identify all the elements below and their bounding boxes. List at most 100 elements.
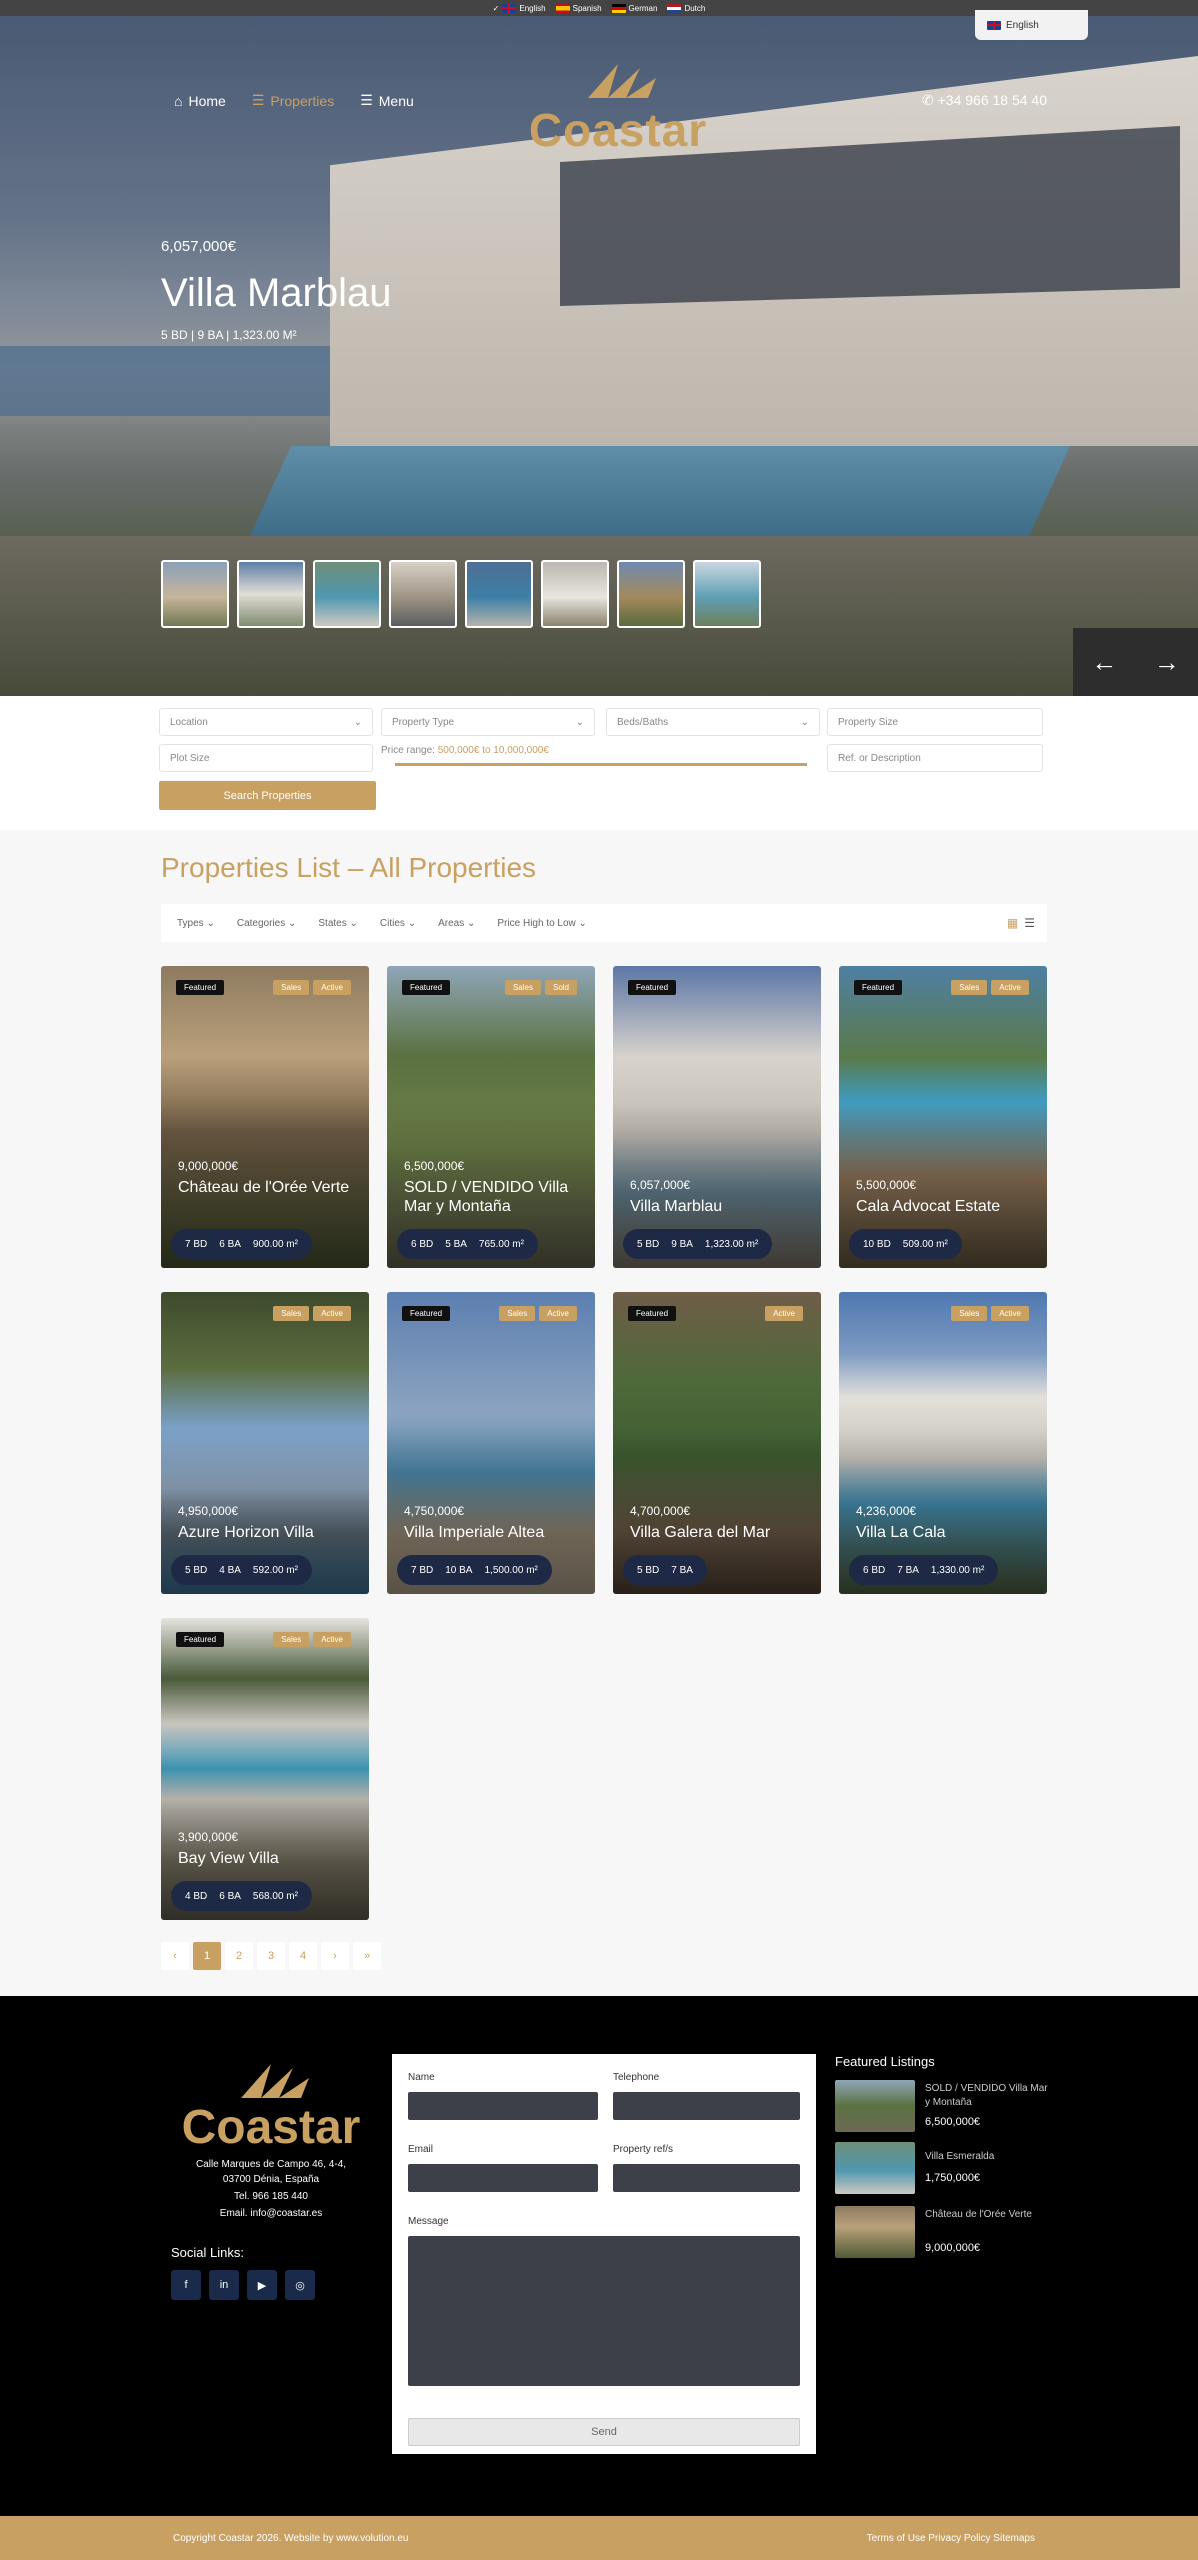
hero-thumbnail[interactable] <box>465 560 533 628</box>
filter-states[interactable]: States <box>318 918 358 929</box>
property-price: 6,057,000€ <box>630 1178 691 1192</box>
hero-thumbnail[interactable] <box>237 560 305 628</box>
chevron-down-icon: ⌄ <box>353 716 362 728</box>
featured-listing[interactable]: Château de l'Orée Verte 9,000,000€ <box>835 2206 1055 2262</box>
property-price: 4,236,000€ <box>856 1504 917 1518</box>
location-select[interactable]: Location ⌄ <box>159 708 373 736</box>
property-card[interactable]: Featured 6,057,000€ Villa Marblau 5 BD 9 … <box>613 966 821 1268</box>
grid-view-icon[interactable]: ▦ <box>1007 916 1018 930</box>
language-dropdown[interactable]: English <box>975 10 1088 40</box>
hero-price: 6,057,000€ <box>161 238 237 255</box>
nav-home[interactable]: ⌂ Home <box>174 92 226 109</box>
status-badge: Sales <box>499 1306 536 1321</box>
property-price: 9,000,000€ <box>178 1159 239 1173</box>
featured-listings-title: Featured Listings <box>835 2054 935 2069</box>
hero-thumbnail[interactable] <box>541 560 609 628</box>
price-range-slider[interactable] <box>395 763 807 766</box>
last-page-button[interactable]: » <box>353 1942 381 1970</box>
page-button[interactable]: 1 <box>193 1942 221 1970</box>
lang-spanish[interactable]: Spanish <box>555 3 602 13</box>
send-button[interactable]: Send <box>408 2418 800 2446</box>
instagram-icon[interactable]: ◎ <box>285 2270 315 2300</box>
ref-description-input[interactable]: Ref. or Description <box>827 744 1043 772</box>
search-properties-button[interactable]: Search Properties <box>159 781 376 810</box>
featured-listing[interactable]: Villa Esmeralda 1,750,000€ <box>835 2142 1055 2198</box>
next-page-button[interactable]: › <box>321 1942 349 1970</box>
sort-select[interactable]: Price High to Low <box>497 918 587 929</box>
page-button[interactable]: 2 <box>225 1942 253 1970</box>
property-name: Azure Horizon Villa <box>178 1524 314 1541</box>
beds-baths-select[interactable]: Beds/Baths ⌄ <box>606 708 820 736</box>
social-links: f in ▶ ◎ <box>171 2270 315 2300</box>
property-card[interactable]: Sales Active 4,950,000€ Azure Horizon Vil… <box>161 1292 369 1594</box>
property-card[interactable]: Featured Sales Active 4,750,000€ Villa Im… <box>387 1292 595 1594</box>
nav-properties[interactable]: ☰ Properties <box>252 92 334 109</box>
property-specs: 6 BD 5 BA 765.00 m² <box>397 1229 538 1259</box>
copyright-text[interactable]: Copyright Coastar 2026. Website by www.v… <box>173 2533 409 2544</box>
featured-badge: Featured <box>854 980 903 995</box>
prev-page-button[interactable]: ‹ <box>161 1942 189 1970</box>
logo-wordmark: Coastar <box>181 2101 361 2154</box>
filter-areas[interactable]: Areas <box>438 918 475 929</box>
nav-menu[interactable]: ☰ Menu <box>360 92 414 109</box>
plot-size-input[interactable]: Plot Size <box>159 744 373 772</box>
lang-english[interactable]: ✓ English <box>493 3 546 13</box>
property-card[interactable]: Featured Sales Sold 6,500,000€ SOLD / VEN… <box>387 966 595 1268</box>
list-view-icon[interactable]: ☰ <box>1024 916 1035 930</box>
page-button[interactable]: 4 <box>289 1942 317 1970</box>
property-card[interactable]: Featured Active 4,700,000€ Villa Galera … <box>613 1292 821 1594</box>
status-badge: Sales <box>273 980 310 995</box>
social-links-title: Social Links: <box>171 2245 244 2260</box>
property-type-select[interactable]: Property Type ⌄ <box>381 708 595 736</box>
footer-links[interactable]: Terms of Use Privacy Policy Sitemaps <box>867 2533 1035 2544</box>
properties-list-title: Properties List – All Properties <box>161 852 537 883</box>
hero-thumbnail[interactable] <box>161 560 229 628</box>
filter-categories[interactable]: Categories <box>237 918 297 929</box>
name-field[interactable] <box>408 2092 598 2120</box>
status-badge: Sold <box>544 980 577 995</box>
status-badge: Sales <box>951 1306 988 1321</box>
featured-listing[interactable]: SOLD / VENDIDO Villa Mar y Montaña 6,500… <box>835 2080 1055 2136</box>
property-specs: 5 BD 7 BA <box>623 1555 707 1585</box>
property-card[interactable]: Featured Sales Active 5,500,000€ Cala Adv… <box>839 966 1047 1268</box>
featured-badge: Featured <box>176 980 225 995</box>
filter-types[interactable]: Types <box>177 918 215 929</box>
status-badge: Sales <box>273 1632 310 1647</box>
contact-form: Name Telephone Email Property ref/s Mess… <box>392 2054 816 2454</box>
message-field[interactable] <box>408 2236 800 2386</box>
property-card[interactable]: Featured Sales Active 3,900,000€ Bay View… <box>161 1618 369 1920</box>
site-logo[interactable]: Coastar <box>523 62 713 153</box>
hero-thumbnail[interactable] <box>617 560 685 628</box>
header-phone[interactable]: ✆ +34 966 18 54 40 <box>922 92 1047 109</box>
filter-cities[interactable]: Cities <box>380 918 416 929</box>
hero-thumbnail[interactable] <box>693 560 761 628</box>
footer-address: Calle Marques de Campo 46, 4-4, 03700 Dé… <box>195 2159 347 2219</box>
linkedin-icon[interactable]: in <box>209 2270 239 2300</box>
featured-listing-image <box>835 2142 915 2194</box>
property-specs: 7 BD 10 BA 1,500.00 m² <box>397 1555 552 1585</box>
facebook-icon[interactable]: f <box>171 2270 201 2300</box>
property-card[interactable]: Sales Active 4,236,000€ Villa La Cala 6 B… <box>839 1292 1047 1594</box>
home-icon: ⌂ <box>174 92 183 109</box>
status-badge: Active <box>991 980 1029 995</box>
hero-thumbnail[interactable] <box>313 560 381 628</box>
lang-dutch[interactable]: Dutch <box>667 3 705 13</box>
filter-bar: Types Categories States Cities Areas Pri… <box>161 904 1047 942</box>
arrow-right-icon[interactable]: → <box>1136 628 1198 696</box>
coastar-logo-icon <box>588 64 656 98</box>
page-button[interactable]: 3 <box>257 1942 285 1970</box>
property-ref-field[interactable] <box>613 2164 800 2192</box>
uk-flag-icon <box>987 20 1001 30</box>
property-name: Villa Marblau <box>630 1198 723 1215</box>
property-size-input[interactable]: Property Size <box>827 708 1043 736</box>
footer-logo[interactable]: Coastar <box>176 2062 366 2155</box>
youtube-icon[interactable]: ▶ <box>247 2270 277 2300</box>
telephone-field[interactable] <box>613 2092 800 2120</box>
featured-listing-image <box>835 2080 915 2132</box>
arrow-left-icon[interactable]: ← <box>1073 628 1136 696</box>
email-field[interactable] <box>408 2164 598 2192</box>
lang-german[interactable]: German <box>611 3 657 13</box>
menu-icon: ☰ <box>360 92 373 108</box>
hero-thumbnail[interactable] <box>389 560 457 628</box>
property-card[interactable]: Featured Sales Active 9,000,000€ Château … <box>161 966 369 1268</box>
